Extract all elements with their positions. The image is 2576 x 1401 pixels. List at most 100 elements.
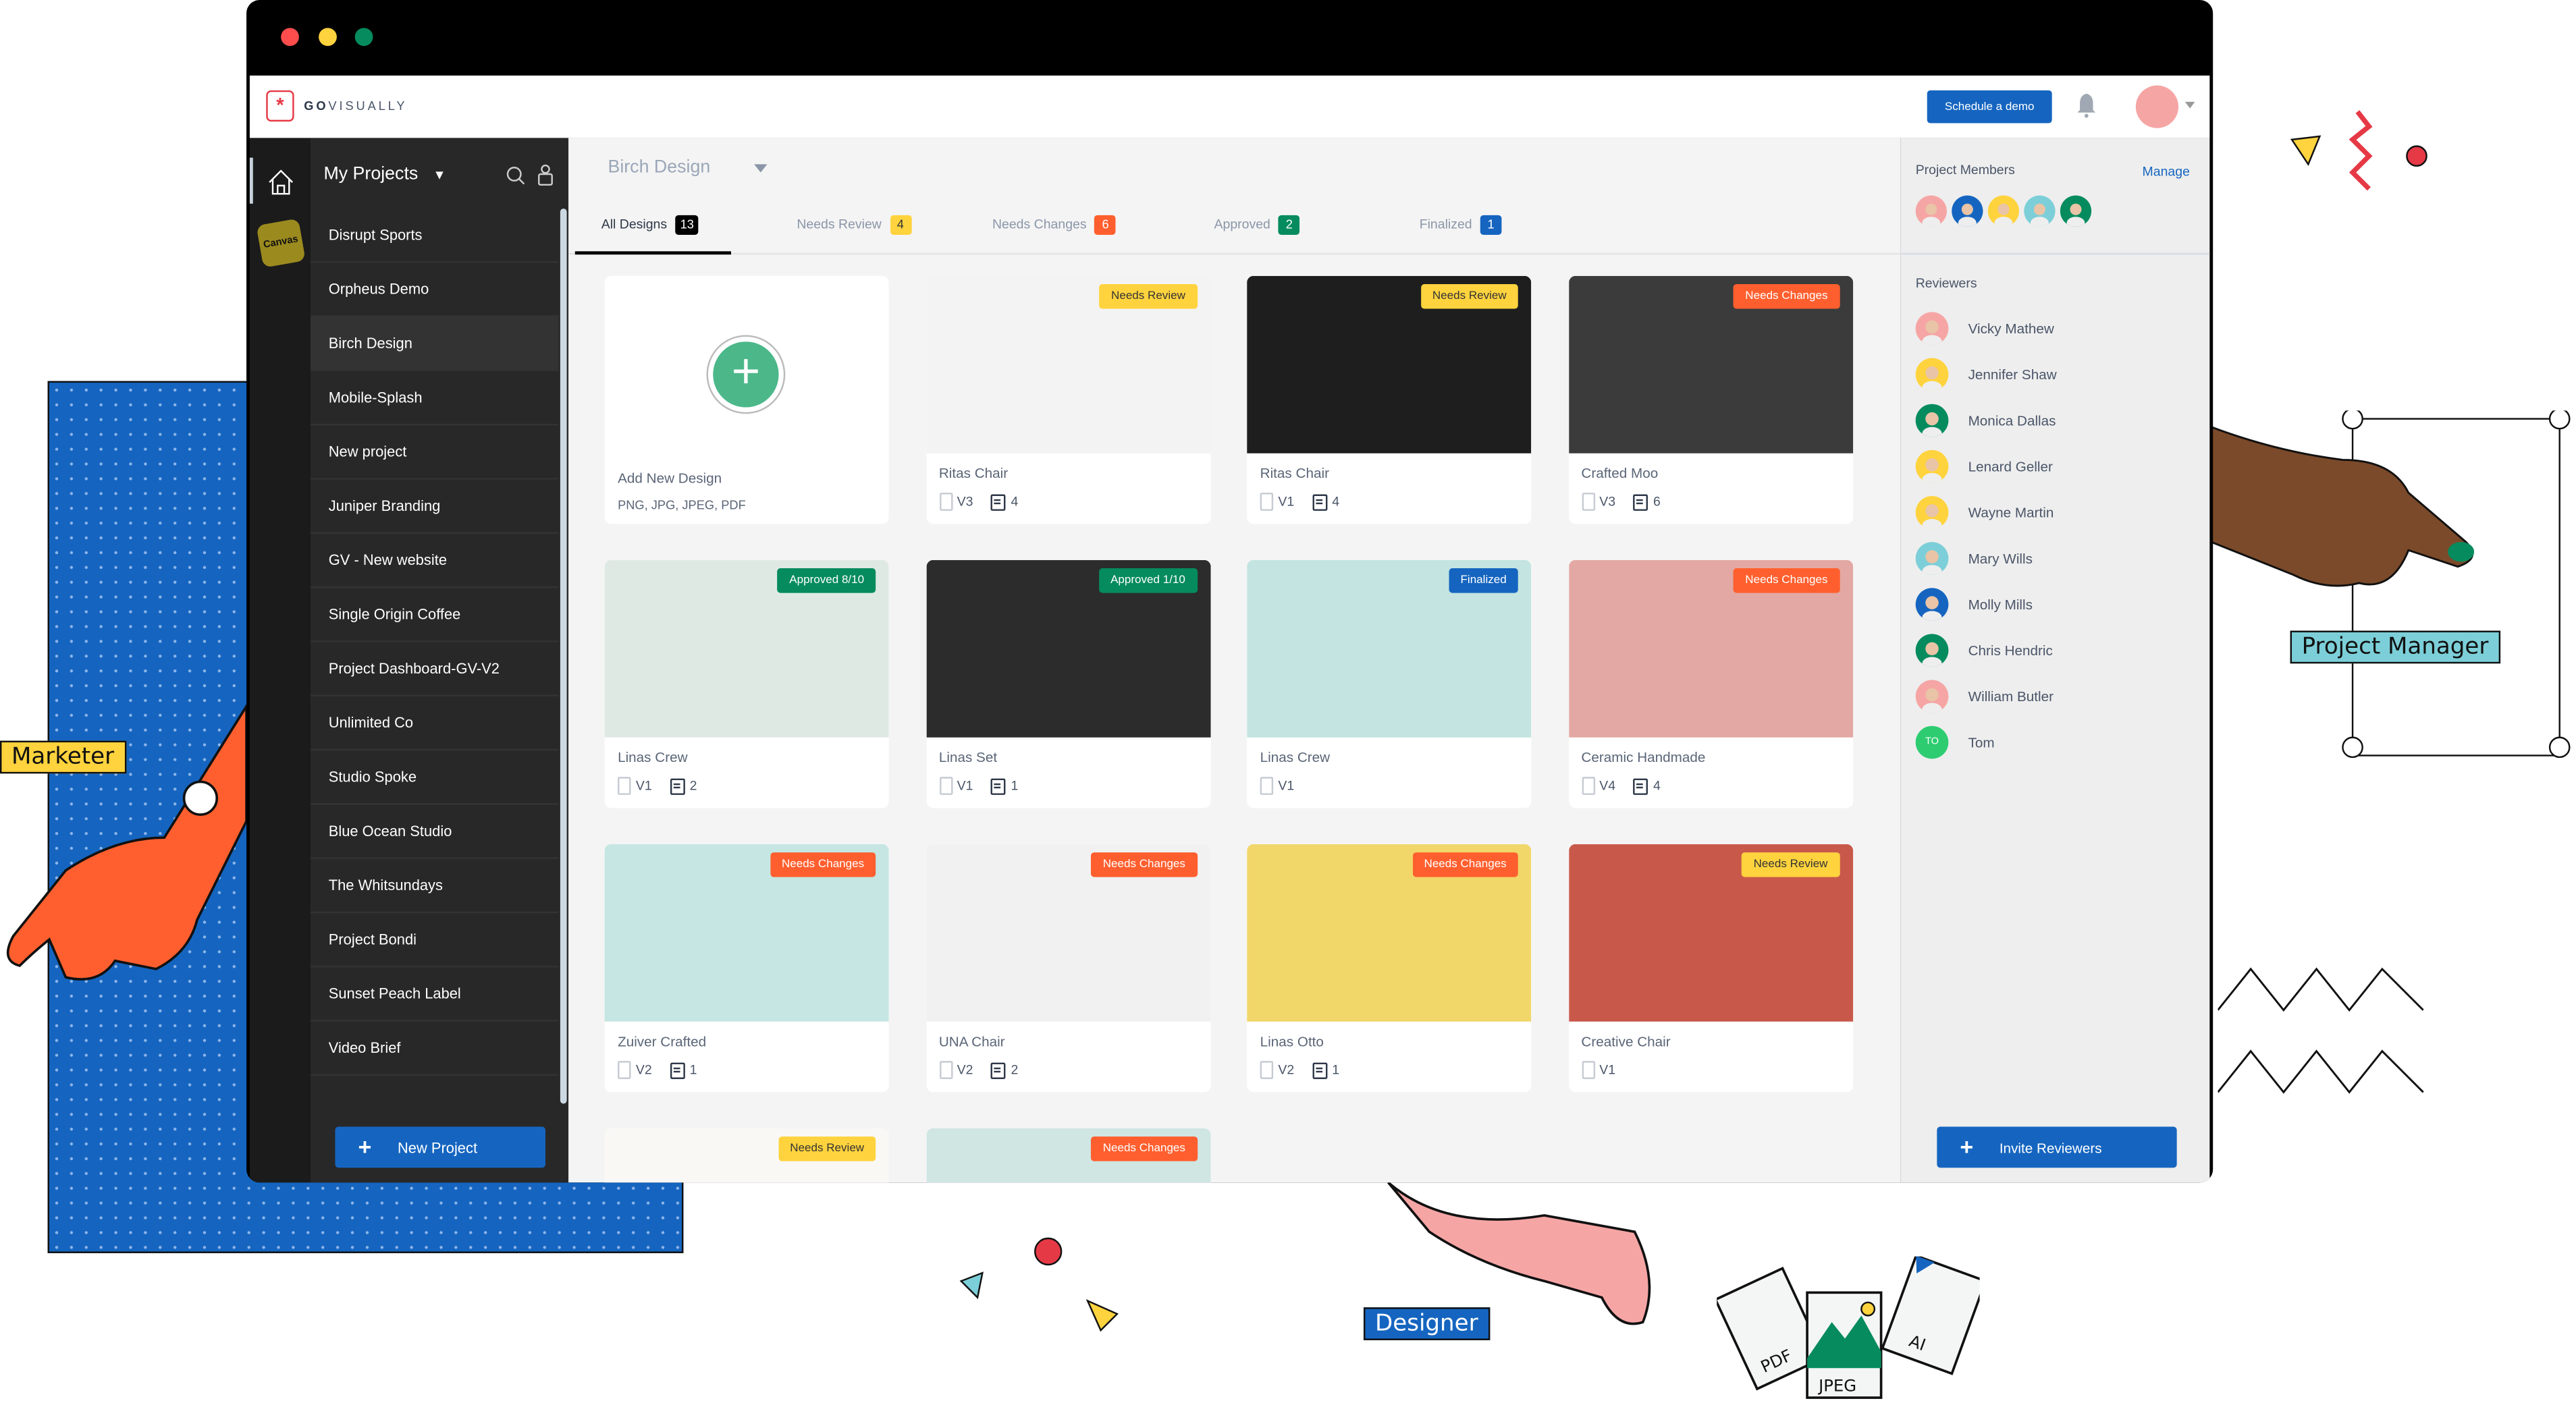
search-icon[interactable]: [506, 166, 526, 186]
design-name[interactable]: Ritas Chair: [939, 465, 1008, 481]
version-label: V3: [957, 494, 973, 510]
comment-count: 4: [1011, 494, 1019, 510]
reviewer-item[interactable]: William Butler: [1915, 674, 2057, 719]
sidebar-project-item[interactable]: Disrupt Sports: [310, 209, 559, 263]
sidebar-project-item[interactable]: GV - New website: [310, 534, 559, 588]
add-design-plus-icon[interactable]: +: [713, 341, 779, 408]
sidebar-project-item[interactable]: Orpheus Demo: [310, 263, 559, 317]
design-card[interactable]: Approved 1/10 Linas Set V1 1: [925, 559, 1210, 808]
design-card[interactable]: Needs Review: [604, 1128, 889, 1183]
design-name[interactable]: Linas Set: [939, 749, 997, 765]
reviewer-item[interactable]: Wayne Martin: [1915, 489, 2057, 535]
tab-finalized[interactable]: Finalized 1: [1420, 211, 1502, 252]
reviewer-item[interactable]: TO Tom: [1915, 719, 2057, 765]
design-card[interactable]: Needs Changes Crafted Moo V3 6: [1567, 275, 1852, 524]
reviewer-item[interactable]: Jennifer Shaw: [1915, 352, 2057, 397]
add-new-design-card[interactable]: + Add New Design PNG, JPG, JPEG, PDF: [604, 275, 889, 524]
design-name[interactable]: Linas Crew: [618, 749, 688, 765]
comment-count: 6: [1653, 494, 1661, 510]
tab-approved[interactable]: Approved 2: [1214, 211, 1300, 252]
window-maximize-dot[interactable]: [354, 28, 373, 47]
reviewer-item[interactable]: Molly Mills: [1915, 582, 2057, 628]
tab-needs-review[interactable]: Needs Review 4: [797, 211, 911, 252]
member-avatar[interactable]: [1952, 195, 1983, 227]
comments-icon: [991, 777, 1007, 794]
design-card[interactable]: Needs Changes Linas Otto V2 1: [1247, 844, 1532, 1093]
tab-label: Needs Changes: [992, 217, 1087, 232]
brand-rest: VISUALLY: [328, 99, 408, 113]
design-card[interactable]: Finalized Linas Crew V1: [1247, 559, 1532, 808]
sidebar-project-item[interactable]: Project Bondi: [310, 913, 559, 968]
reviewer-item[interactable]: Monica Dallas: [1915, 397, 2057, 443]
sidebar-project-item[interactable]: Single Origin Coffee: [310, 588, 559, 642]
design-meta: V2 1: [618, 1061, 697, 1079]
design-card[interactable]: Needs Review Creative Chair V1: [1567, 844, 1852, 1093]
design-card[interactable]: Needs Changes UNA Chair V2 2: [925, 844, 1210, 1093]
design-card[interactable]: Needs Changes Zuiver Crafted V2 1: [604, 844, 889, 1093]
reviewer-name: Molly Mills: [1968, 596, 2033, 613]
reviewer-item[interactable]: Lenard Geller: [1915, 443, 2057, 489]
reviewers-title: Reviewers: [1915, 275, 1977, 291]
reviewer-item[interactable]: Chris Hendric: [1915, 628, 2057, 674]
sidebar-project-item[interactable]: Blue Ocean Studio: [310, 805, 559, 859]
versions-icon: [618, 777, 631, 795]
sidebar-project-item[interactable]: Mobile-Splash: [310, 371, 559, 426]
new-project-button[interactable]: + New Project: [335, 1126, 545, 1168]
versions-icon: [1260, 493, 1274, 511]
govisually-logo-icon[interactable]: *: [266, 90, 294, 122]
user-icon[interactable]: [537, 164, 554, 186]
design-name[interactable]: Linas Otto: [1260, 1033, 1324, 1049]
sidebar-project-item[interactable]: Sunset Peach Label: [310, 967, 559, 1022]
member-avatar[interactable]: [2060, 195, 2092, 227]
sidebar-scrollbar[interactable]: [560, 209, 567, 1104]
design-card[interactable]: Needs Review Ritas Chair V3 4: [925, 275, 1210, 524]
project-dropdown-icon[interactable]: [754, 164, 768, 173]
comments-icon: [1312, 1062, 1327, 1078]
design-name[interactable]: Ritas Chair: [1260, 465, 1329, 481]
reviewer-item[interactable]: Mary Wills: [1915, 535, 2057, 581]
my-projects-dropdown[interactable]: My Projects ▼: [323, 164, 446, 184]
reviewer-avatar: [1915, 542, 1949, 575]
design-name[interactable]: Creative Chair: [1581, 1033, 1670, 1049]
notification-bell-icon[interactable]: [2076, 92, 2096, 118]
user-menu-chevron-icon[interactable]: [2184, 101, 2195, 109]
comment-count: 4: [1653, 778, 1661, 794]
sidebar-project-item[interactable]: Juniper Branding: [310, 480, 559, 534]
member-avatar[interactable]: [2024, 195, 2056, 227]
sidebar-project-item[interactable]: New project: [310, 425, 559, 480]
design-name[interactable]: Crafted Moo: [1581, 465, 1658, 481]
sidebar-project-item[interactable]: Birch Design: [310, 317, 559, 372]
sidebar-project-item[interactable]: Unlimited Co: [310, 696, 559, 751]
canvas-workspace-button[interactable]: Canvas: [256, 218, 306, 268]
design-card[interactable]: Needs Review Ritas Chair V1 4: [1247, 275, 1532, 524]
comment-count: 2: [1011, 1062, 1019, 1078]
member-avatar[interactable]: [1987, 195, 2020, 227]
rail-active-indicator: [249, 157, 253, 204]
tab-count-badge: 1: [1480, 215, 1502, 236]
tab-needs-changes[interactable]: Needs Changes 6: [992, 211, 1117, 252]
tab-all-designs[interactable]: All Designs 13: [574, 211, 732, 255]
schedule-demo-button[interactable]: Schedule a demo: [1927, 90, 2052, 123]
home-icon[interactable]: [266, 167, 296, 197]
design-card[interactable]: Needs Changes: [925, 1128, 1210, 1183]
design-card[interactable]: Needs Changes Ceramic Handmade V4 4: [1567, 559, 1852, 808]
design-name[interactable]: Ceramic Handmade: [1581, 749, 1705, 765]
sidebar-project-item[interactable]: Studio Spoke: [310, 750, 559, 805]
sidebar-project-item[interactable]: Video Brief: [310, 1022, 559, 1076]
reviewer-list: Vicky Mathew Jennifer Shaw Monica Dallas Le…: [1915, 306, 2057, 765]
user-avatar[interactable]: [2135, 85, 2179, 128]
invite-reviewers-button[interactable]: + Invite Reviewers: [1937, 1126, 2177, 1168]
design-name[interactable]: UNA Chair: [939, 1033, 1005, 1049]
design-card[interactable]: Approved 8/10 Linas Crew V1 2: [604, 559, 889, 808]
window-close-dot[interactable]: [281, 28, 299, 47]
sidebar-project-item[interactable]: The Whitsundays: [310, 859, 559, 914]
reviewer-item[interactable]: Vicky Mathew: [1915, 306, 2057, 352]
window-minimize-dot[interactable]: [319, 28, 337, 47]
member-avatar[interactable]: [1915, 195, 1947, 227]
project-title[interactable]: Birch Design: [608, 158, 710, 177]
manage-members-link[interactable]: Manage: [2143, 164, 2190, 179]
reviewer-name: Monica Dallas: [1968, 412, 2056, 429]
design-name[interactable]: Linas Crew: [1260, 749, 1331, 765]
sidebar-project-item[interactable]: Project Dashboard-GV-V2: [310, 642, 559, 696]
design-name[interactable]: Zuiver Crafted: [618, 1033, 706, 1049]
